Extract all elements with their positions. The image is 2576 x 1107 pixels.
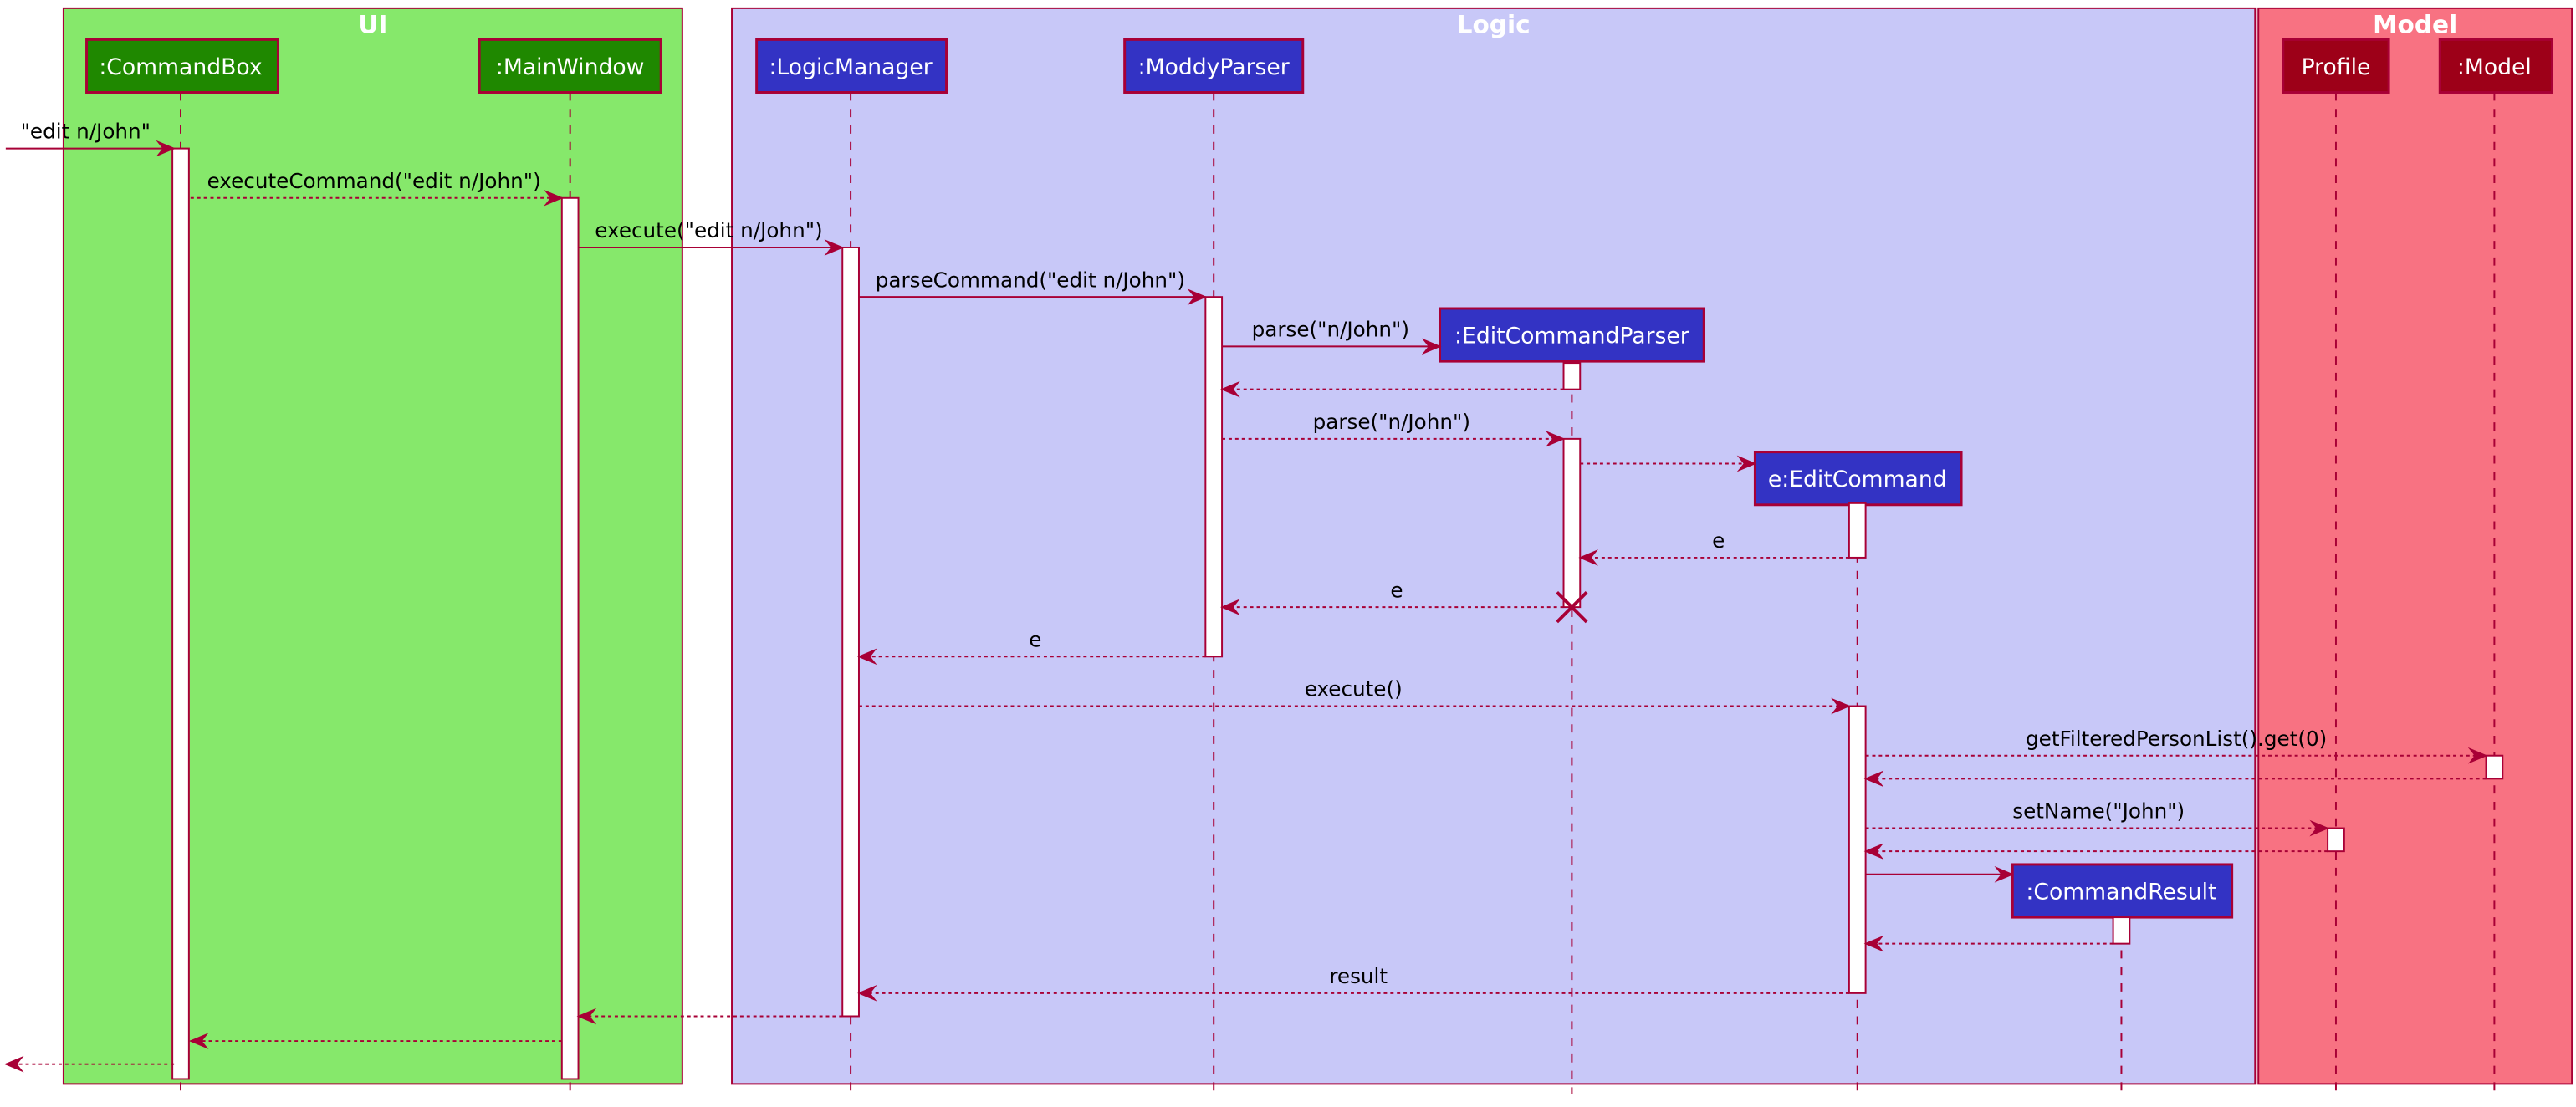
message-label: parse("n/John") xyxy=(1313,410,1470,434)
participant-label: :MainWindow xyxy=(496,54,645,80)
activation-bar xyxy=(1562,437,1582,609)
message-label: parseCommand("edit n/John") xyxy=(876,268,1185,292)
group-title: Model xyxy=(2373,10,2457,38)
message-label: parse("n/John") xyxy=(1252,318,1409,342)
activation-bar xyxy=(2327,827,2345,853)
message-label: result xyxy=(1329,964,1388,988)
group-box-logic xyxy=(731,7,2257,1085)
participant-label: :EditCommandParser xyxy=(1454,323,1689,349)
participant-label: e:EditCommand xyxy=(1768,467,1947,492)
message-label: setName("John") xyxy=(2012,799,2185,824)
participant-label: :Model xyxy=(2457,54,2532,80)
sequence-diagram: UI Logic Model :CommandBox :MainWindow :Logi… xyxy=(3,7,2573,1094)
group-title: UI xyxy=(358,10,387,38)
activation-bar xyxy=(1848,705,1867,994)
activation-bar xyxy=(1562,362,1582,390)
participant-label: :CommandBox xyxy=(99,54,262,80)
message-label: execute() xyxy=(1305,677,1403,701)
activation-bar xyxy=(841,246,860,1018)
participant-label: :CommandResult xyxy=(2026,879,2216,905)
message-label: executeCommand("edit n/John") xyxy=(207,169,541,193)
message-label: e xyxy=(1712,528,1725,553)
message-label: getFilteredPersonList().get(0) xyxy=(2026,727,2327,751)
message-label: execute("edit n/John") xyxy=(595,218,822,242)
activation-bar xyxy=(1204,296,1224,658)
participant-label: :ModdyParser xyxy=(1138,54,1290,80)
group-box-model xyxy=(2257,7,2573,1085)
message-label: e xyxy=(1029,627,1041,651)
activation-bar xyxy=(2485,754,2504,780)
participant-label: :LogicManager xyxy=(769,54,932,80)
activation-bar xyxy=(560,196,580,1080)
group-title: Logic xyxy=(1457,10,1531,38)
activation-bar xyxy=(171,147,190,1080)
activation-bar xyxy=(2112,916,2131,945)
message-label: e xyxy=(1390,578,1403,602)
message-label: "edit n/John" xyxy=(21,120,151,144)
activation-bar xyxy=(1848,502,1867,559)
participant-label: Profile xyxy=(2302,54,2371,80)
